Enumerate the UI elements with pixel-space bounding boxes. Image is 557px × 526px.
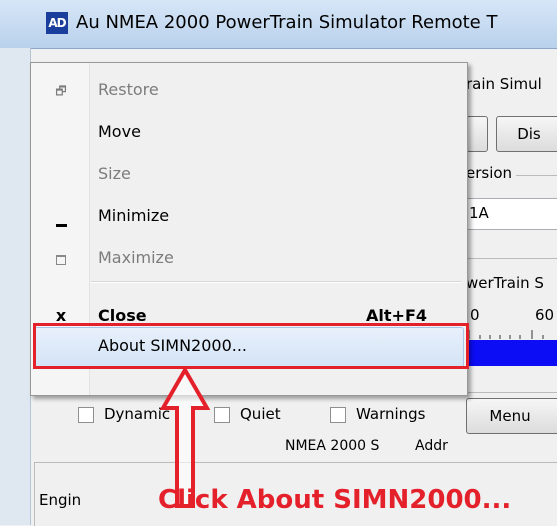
scale-label-0: 0	[470, 306, 480, 324]
menu-item-maximize[interactable]: Maximize	[31, 238, 467, 280]
version-value: 1A	[469, 204, 489, 222]
nmea-status-partial: NMEA 2000 S	[285, 438, 380, 454]
maximize-icon	[49, 253, 73, 269]
menu-item-move-label: Move	[98, 122, 141, 141]
menu-item-maximize-label: Maximize	[98, 248, 174, 267]
left-window-edge	[0, 48, 31, 525]
engine-group-label: Engin	[37, 491, 84, 509]
quiet-checkbox-label: Quiet	[240, 405, 281, 423]
address-partial: Addr	[415, 438, 448, 454]
warnings-checkbox[interactable]	[330, 407, 346, 423]
title-bar[interactable]: AD Au NMEA 2000 PowerTrain Simulator Rem…	[0, 0, 557, 49]
progress-bar	[466, 340, 557, 366]
tick-marks	[468, 330, 544, 339]
menu-item-size-label: Size	[98, 164, 131, 183]
quiet-checkbox[interactable]	[214, 407, 230, 423]
warnings-checkbox-label: Warnings	[356, 405, 426, 423]
scale-label-60: 60	[535, 306, 555, 324]
dynamic-checkbox[interactable]	[78, 407, 94, 423]
scale-ticks	[466, 326, 557, 339]
menu-item-move[interactable]: Move	[31, 112, 467, 154]
menu-item-minimize-label: Minimize	[98, 206, 170, 225]
annotation-highlight-box	[33, 323, 469, 369]
menu-button[interactable]: Menu	[466, 398, 557, 434]
window-title: Au NMEA 2000 PowerTrain Simulator Remote…	[76, 12, 498, 33]
powertrain-group-line	[466, 258, 557, 259]
annotation-instruction: Click About SIMN2000...	[158, 485, 512, 515]
app-icon[interactable]: AD	[46, 12, 68, 34]
minimize-icon	[49, 212, 73, 231]
dis-button[interactable]: Dis	[496, 116, 557, 152]
menu-separator	[91, 281, 461, 283]
left-button-partial[interactable]	[466, 116, 488, 152]
simulator-title-partial: rain Simul	[466, 75, 542, 93]
menu-item-size[interactable]: Size	[31, 154, 467, 196]
menu-item-restore-label: Restore	[98, 80, 159, 99]
version-label: ersion	[466, 164, 513, 182]
version-field[interactable]: 1A	[466, 198, 557, 230]
menu-button-label: Menu	[489, 407, 531, 425]
restore-icon: 🗗	[55, 84, 67, 98]
powertrain-section-label: werTrain S	[466, 274, 544, 292]
version-group-line	[516, 175, 557, 176]
dis-button-label: Dis	[517, 125, 541, 143]
menu-item-restore[interactable]: 🗗 Restore	[31, 70, 467, 112]
menu-item-minimize[interactable]: Minimize	[31, 196, 467, 238]
